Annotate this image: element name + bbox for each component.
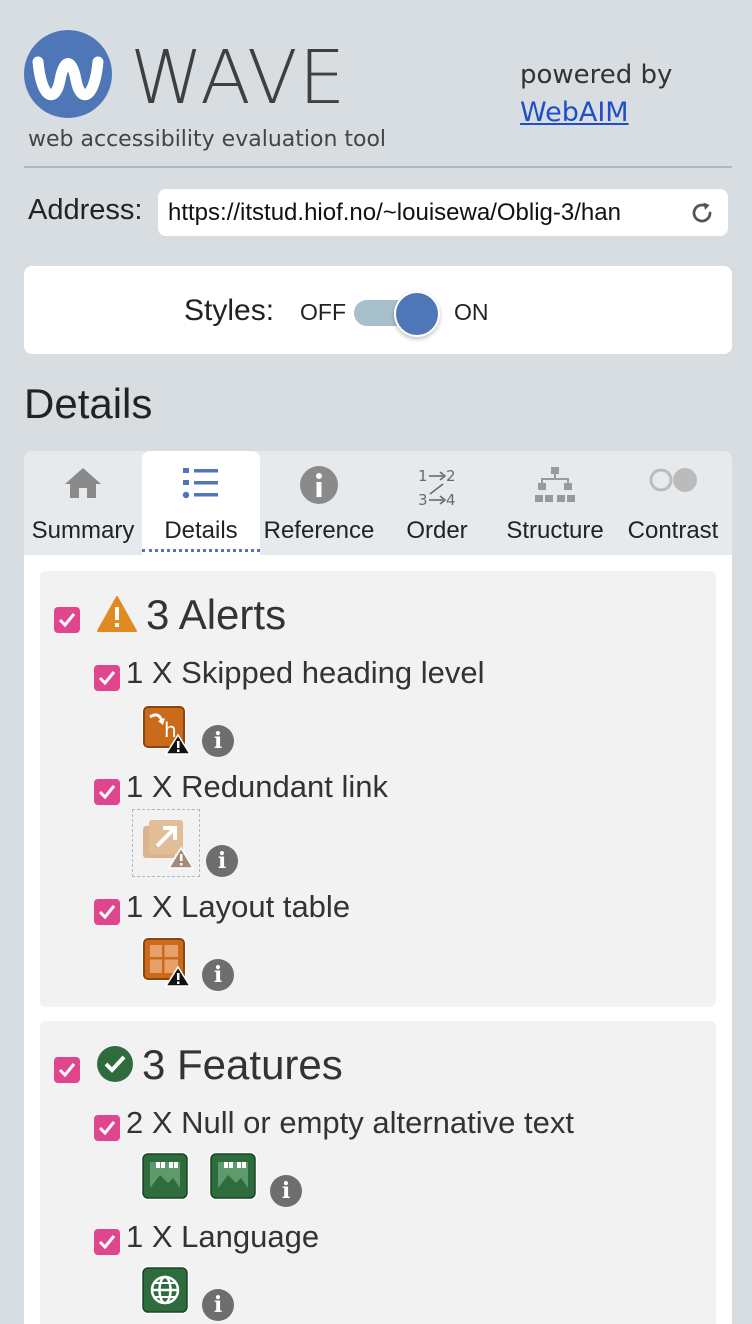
alerts-group: 3 Alerts 1 X Skipped heading level h i 1… [40,571,716,1007]
tab-label: Contrast [627,517,719,544]
item-checkbox[interactable] [94,1229,120,1255]
alert-item-label: 1 X Redundant link [126,769,388,804]
svg-text:3: 3 [418,491,428,509]
tab-label: Order [406,517,468,544]
redundant-link-icon[interactable] [132,809,200,877]
svg-text:2: 2 [446,467,456,485]
feature-item-label: 1 X Language [126,1219,320,1254]
feature-check-icon [96,1045,134,1088]
webaim-link[interactable]: WebAIM [520,97,629,128]
styles-off-label: OFF [300,299,346,325]
info-button[interactable]: i [202,1289,234,1321]
address-label: Address: [28,194,143,226]
details-panel: 3 Alerts 1 X Skipped heading level h i 1… [24,555,732,1324]
layout-table-icon[interactable] [140,935,192,987]
order-icon: 1 2 3 4 [416,465,458,514]
styles-toggle-knob[interactable] [394,291,440,337]
tab-bar: Summary Details Reference 1 2 3 4 Order … [24,451,732,555]
item-checkbox[interactable] [94,665,120,691]
list-icon [182,465,220,506]
alert-warning-icon [96,595,138,638]
reload-icon[interactable] [688,199,716,227]
features-checkbox[interactable] [54,1057,80,1083]
page-title: Details [24,380,153,427]
alerts-title: 3 Alerts [146,591,287,638]
tab-label: Structure [506,517,604,544]
features-group: 3 Features 2 X Null or empty alternative… [40,1021,716,1324]
null-alt-icon[interactable] [208,1151,257,1200]
null-alt-icon[interactable] [140,1151,189,1200]
features-title: 3 Features [142,1041,343,1088]
language-icon[interactable] [140,1265,189,1314]
address-input[interactable]: https://itstud.hiof.no/~louisewa/Oblig-3… [168,199,680,227]
alert-item-label: 1 X Skipped heading level [126,655,485,690]
info-icon [299,465,339,510]
info-button[interactable]: i [206,845,238,877]
info-button[interactable]: i [202,725,234,757]
tab-structure[interactable]: Structure [496,451,614,555]
svg-text:4: 4 [446,491,456,509]
item-checkbox[interactable] [94,1115,120,1141]
svg-text:h: h [164,718,177,742]
styles-on-label: ON [454,299,489,325]
tab-summary[interactable]: Summary [24,451,142,555]
item-checkbox[interactable] [94,899,120,925]
tab-label: Details [164,517,238,544]
header: WAVE web accessibility evaluation tool p… [0,0,752,170]
alert-item-label: 1 X Layout table [126,889,351,924]
structure-icon [533,465,577,510]
home-icon [63,465,103,506]
active-tab-indicator [142,549,260,552]
tab-label: Summary [31,517,135,544]
styles-label: Styles: [184,294,275,327]
logo-tagline: web accessibility evaluation tool [28,127,387,152]
tab-reference[interactable]: Reference [260,451,378,555]
alerts-checkbox[interactable] [54,607,80,633]
tab-details[interactable]: Details [142,451,260,555]
contrast-icon [647,465,699,500]
info-button[interactable]: i [202,959,234,991]
item-checkbox[interactable] [94,779,120,805]
powered-by-text: powered by [520,60,673,90]
feature-item-label: 2 X Null or empty alternative text [126,1105,574,1140]
wave-logo-icon [24,30,112,118]
skipped-heading-icon[interactable]: h [140,703,192,755]
tab-contrast[interactable]: Contrast [614,451,732,555]
info-button[interactable]: i [270,1175,302,1207]
styles-panel: Styles: OFF ON [24,266,732,354]
tab-label: Reference [263,517,375,544]
header-divider [24,166,732,168]
address-field[interactable]: https://itstud.hiof.no/~louisewa/Oblig-3… [158,189,728,236]
logo-wordmark: WAVE [130,35,347,121]
tab-order[interactable]: 1 2 3 4 Order [378,451,496,555]
svg-text:1: 1 [418,467,428,485]
